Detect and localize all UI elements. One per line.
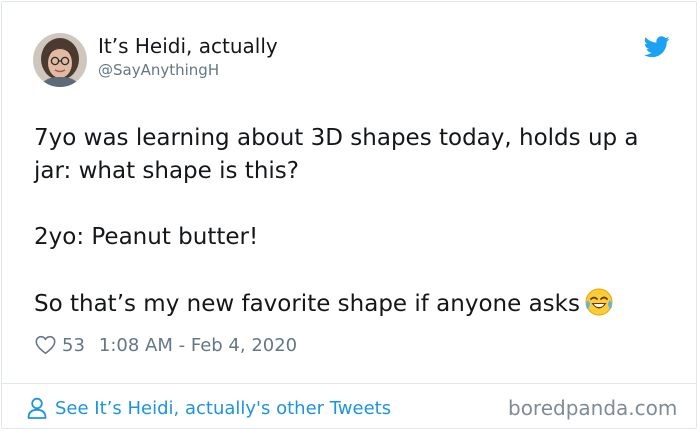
tweet-line-last: So that’s my new favorite shape if anyon… [34, 287, 684, 321]
watermark: boredpanda.com [508, 396, 678, 420]
like-count: 53 [62, 334, 85, 356]
tweet-card: It’s Heidi, actually @SayAnythingH 7yo w… [1, 1, 697, 429]
divider [2, 383, 696, 384]
author-name[interactable]: It’s Heidi, actually [98, 34, 278, 58]
timestamp[interactable]: 1:08 AM - Feb 4, 2020 [99, 335, 297, 356]
tweet-text: 7yo was learning about 3D shapes today, … [34, 122, 684, 321]
heart-icon[interactable] [35, 335, 56, 355]
person-icon [27, 397, 47, 419]
see-other-tweets-link[interactable]: See It’s Heidi, actually's other Tweets [27, 395, 391, 421]
tweet-line: 7yo was learning about 3D shapes today, … [34, 125, 639, 151]
tweet-line: So that’s my new favorite shape if anyon… [34, 291, 580, 317]
avatar[interactable] [33, 33, 87, 87]
face-with-tears-of-joy-icon [584, 287, 614, 317]
twitter-bird-icon[interactable] [643, 36, 670, 58]
see-other-tweets-label: See It’s Heidi, actually's other Tweets [55, 397, 392, 419]
tweet-line: 2yo: Peanut butter! [34, 224, 259, 250]
author-handle[interactable]: @SayAnythingH [98, 61, 219, 79]
tweet-meta: 53 1:08 AM - Feb 4, 2020 [35, 332, 297, 358]
tweet-line: jar: what shape is this? [34, 158, 299, 184]
